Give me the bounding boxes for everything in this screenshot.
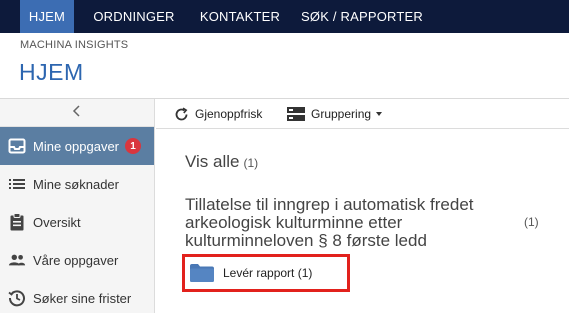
page-title: HJEM bbox=[19, 59, 84, 85]
refresh-label: Gjenoppfrisk bbox=[195, 107, 263, 121]
caret-down-icon bbox=[376, 112, 383, 116]
nav-tab-ordninger[interactable]: ORDNINGER bbox=[88, 0, 180, 33]
sidebar-item-mine-soknader[interactable]: Mine søknader bbox=[0, 165, 154, 203]
people-icon bbox=[8, 251, 26, 269]
refresh-button[interactable]: Gjenoppfrisk bbox=[174, 105, 262, 123]
task-group-count: (1) bbox=[524, 215, 539, 229]
app-name: MACHINA INSIGHTS bbox=[20, 39, 129, 51]
folder-icon bbox=[189, 263, 215, 283]
sidebar-collapse-button[interactable] bbox=[0, 99, 154, 127]
clock-icon bbox=[8, 289, 26, 307]
sidebar-item-label: Mine søknader bbox=[33, 176, 119, 192]
clipboard-icon bbox=[8, 213, 26, 231]
sidebar-item-label: Mine oppgaver bbox=[33, 138, 119, 154]
toolbar: Gjenoppfrisk Gruppering bbox=[156, 99, 569, 129]
task-group-title[interactable]: Tillatelse til inngrep i automatisk fred… bbox=[185, 196, 515, 250]
sidebar-item-label: Oversikt bbox=[33, 214, 81, 230]
folder-label: Levér rapport (1) bbox=[223, 266, 313, 280]
notification-badge: 1 bbox=[125, 138, 141, 154]
chevron-left-icon bbox=[72, 104, 82, 122]
nav-tab-kontakter[interactable]: KONTAKTER bbox=[194, 0, 286, 33]
nav-tab-sok-rapporter[interactable]: SØK / RAPPORTER bbox=[298, 0, 426, 33]
vis-alle-label: Vis alle bbox=[185, 152, 240, 171]
folder-item-lever-rapport[interactable]: Levér rapport (1) bbox=[182, 254, 350, 292]
vis-alle-count: (1) bbox=[243, 156, 259, 170]
top-navigation: HJEM ORDNINGER KONTAKTER SØK / RAPPORTER bbox=[0, 0, 569, 33]
grouping-icon bbox=[287, 106, 305, 122]
sidebar-item-soker-sine-frister[interactable]: Søker sine frister bbox=[0, 279, 154, 313]
refresh-icon bbox=[174, 107, 189, 122]
sidebar-item-label: Søker sine frister bbox=[33, 290, 132, 306]
sidebar: Mine oppgaver 1 Mine søknader Oversikt V… bbox=[0, 99, 155, 313]
list-icon bbox=[8, 175, 26, 193]
sidebar-item-oversikt[interactable]: Oversikt bbox=[0, 203, 154, 241]
sidebar-item-label: Våre oppgaver bbox=[33, 252, 119, 268]
sidebar-item-vare-oppgaver[interactable]: Våre oppgaver bbox=[0, 241, 154, 279]
sidebar-item-mine-oppgaver[interactable]: Mine oppgaver 1 bbox=[0, 127, 154, 165]
grouping-label: Gruppering bbox=[311, 107, 372, 121]
grouping-dropdown[interactable]: Gruppering bbox=[287, 105, 383, 123]
inbox-icon bbox=[8, 137, 26, 155]
nav-tab-hjem[interactable]: HJEM bbox=[20, 0, 74, 33]
vis-alle-link[interactable]: Vis alle (1) bbox=[185, 152, 258, 172]
